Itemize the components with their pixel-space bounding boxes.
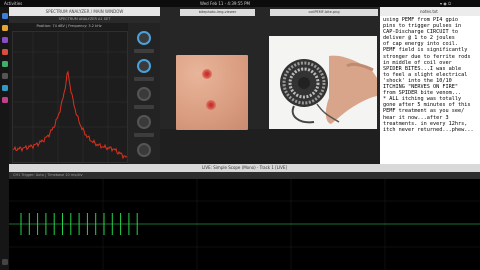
editor-icon[interactable] <box>1 61 8 67</box>
system-tray-icons[interactable]: ▾ ◉ ⏻ <box>440 0 451 7</box>
show-apps-icon[interactable] <box>1 259 8 265</box>
spectrum-plot <box>12 31 128 163</box>
coil-photo <box>269 36 377 129</box>
bite-photo <box>176 55 248 130</box>
browser-icon[interactable] <box>1 13 8 19</box>
spectrum-curve <box>12 32 128 162</box>
toggle-2[interactable] <box>134 77 154 81</box>
clock[interactable]: Wed Feb 11 - 4:39:55 PM <box>200 0 250 7</box>
dock <box>0 7 9 270</box>
toggle-3[interactable] <box>134 105 154 109</box>
editor-text[interactable]: using PEMF from PI4 gpio pins to trigger … <box>383 17 477 133</box>
speed-knob[interactable] <box>137 115 151 129</box>
coil-on-hand-image <box>280 55 377 124</box>
editor-line: PEMF treatment as you see/ <box>383 108 465 115</box>
scope-title: LIVE: Simple Scope (Mono) - Track 1 [LIV… <box>9 164 480 172</box>
editor-line: PEMF field is significantly <box>383 47 468 54</box>
scope-display <box>9 179 480 270</box>
window-title: SPECTRUM ANALYZER / MAIN WINDOW <box>9 7 160 16</box>
audio-app-icon[interactable] <box>1 37 8 43</box>
video-app-icon[interactable] <box>1 49 8 55</box>
settings-icon[interactable] <box>1 85 8 91</box>
range-knob[interactable] <box>137 59 151 73</box>
gain-knob[interactable] <box>137 31 151 45</box>
analyzer-subtitle: SPECTRUM ANALYZER A1 SET <box>9 16 160 23</box>
terminal-icon[interactable] <box>1 73 8 79</box>
analyzer-controls <box>128 23 160 164</box>
scope-toolbar: CH1 Trigger: Auto | Timebase 10 ms/div <box>9 172 480 179</box>
toggle-1[interactable] <box>134 49 154 53</box>
toggle-4[interactable] <box>134 133 154 137</box>
editor-line: itch never returned...phew... <box>383 126 474 133</box>
files-icon[interactable] <box>1 25 8 31</box>
photo-window-title: coilPEMF-bite.png <box>270 9 378 16</box>
scope-toolbar-text: CH1 Trigger: Auto | Timebase 10 ms/div <box>13 173 83 177</box>
bite-mark <box>206 100 216 110</box>
bite-mark <box>202 69 212 79</box>
offset-knob[interactable] <box>137 87 151 101</box>
top-panel: Activities Wed Feb 11 - 4:39:55 PM ▾ ◉ ⏻ <box>0 0 480 7</box>
image-app-icon[interactable] <box>1 97 8 103</box>
level-knob[interactable] <box>137 143 151 157</box>
text-editor-window: notes.txt using PEMF from PI4 gpio pins t… <box>380 7 480 164</box>
editor-line: treatments. in every 12hrs, <box>383 120 468 127</box>
scope-window: LIVE: Simple Scope (Mono) - Track 1 [LIV… <box>9 164 480 270</box>
analyzer-readout: Position: 74 dBV | Frequency: 3.2 kHz <box>11 23 127 30</box>
spectrum-analyzer-window: SPECTRUM ANALYZER / MAIN WINDOW SPECTRUM… <box>9 7 160 164</box>
activities-button[interactable]: Activities <box>4 0 22 7</box>
image-viewer-title: bitephoto-img-viewer <box>180 9 255 16</box>
editor-line: stronger due to ferrite rods <box>383 53 471 60</box>
editor-title: notes.txt <box>380 7 480 16</box>
